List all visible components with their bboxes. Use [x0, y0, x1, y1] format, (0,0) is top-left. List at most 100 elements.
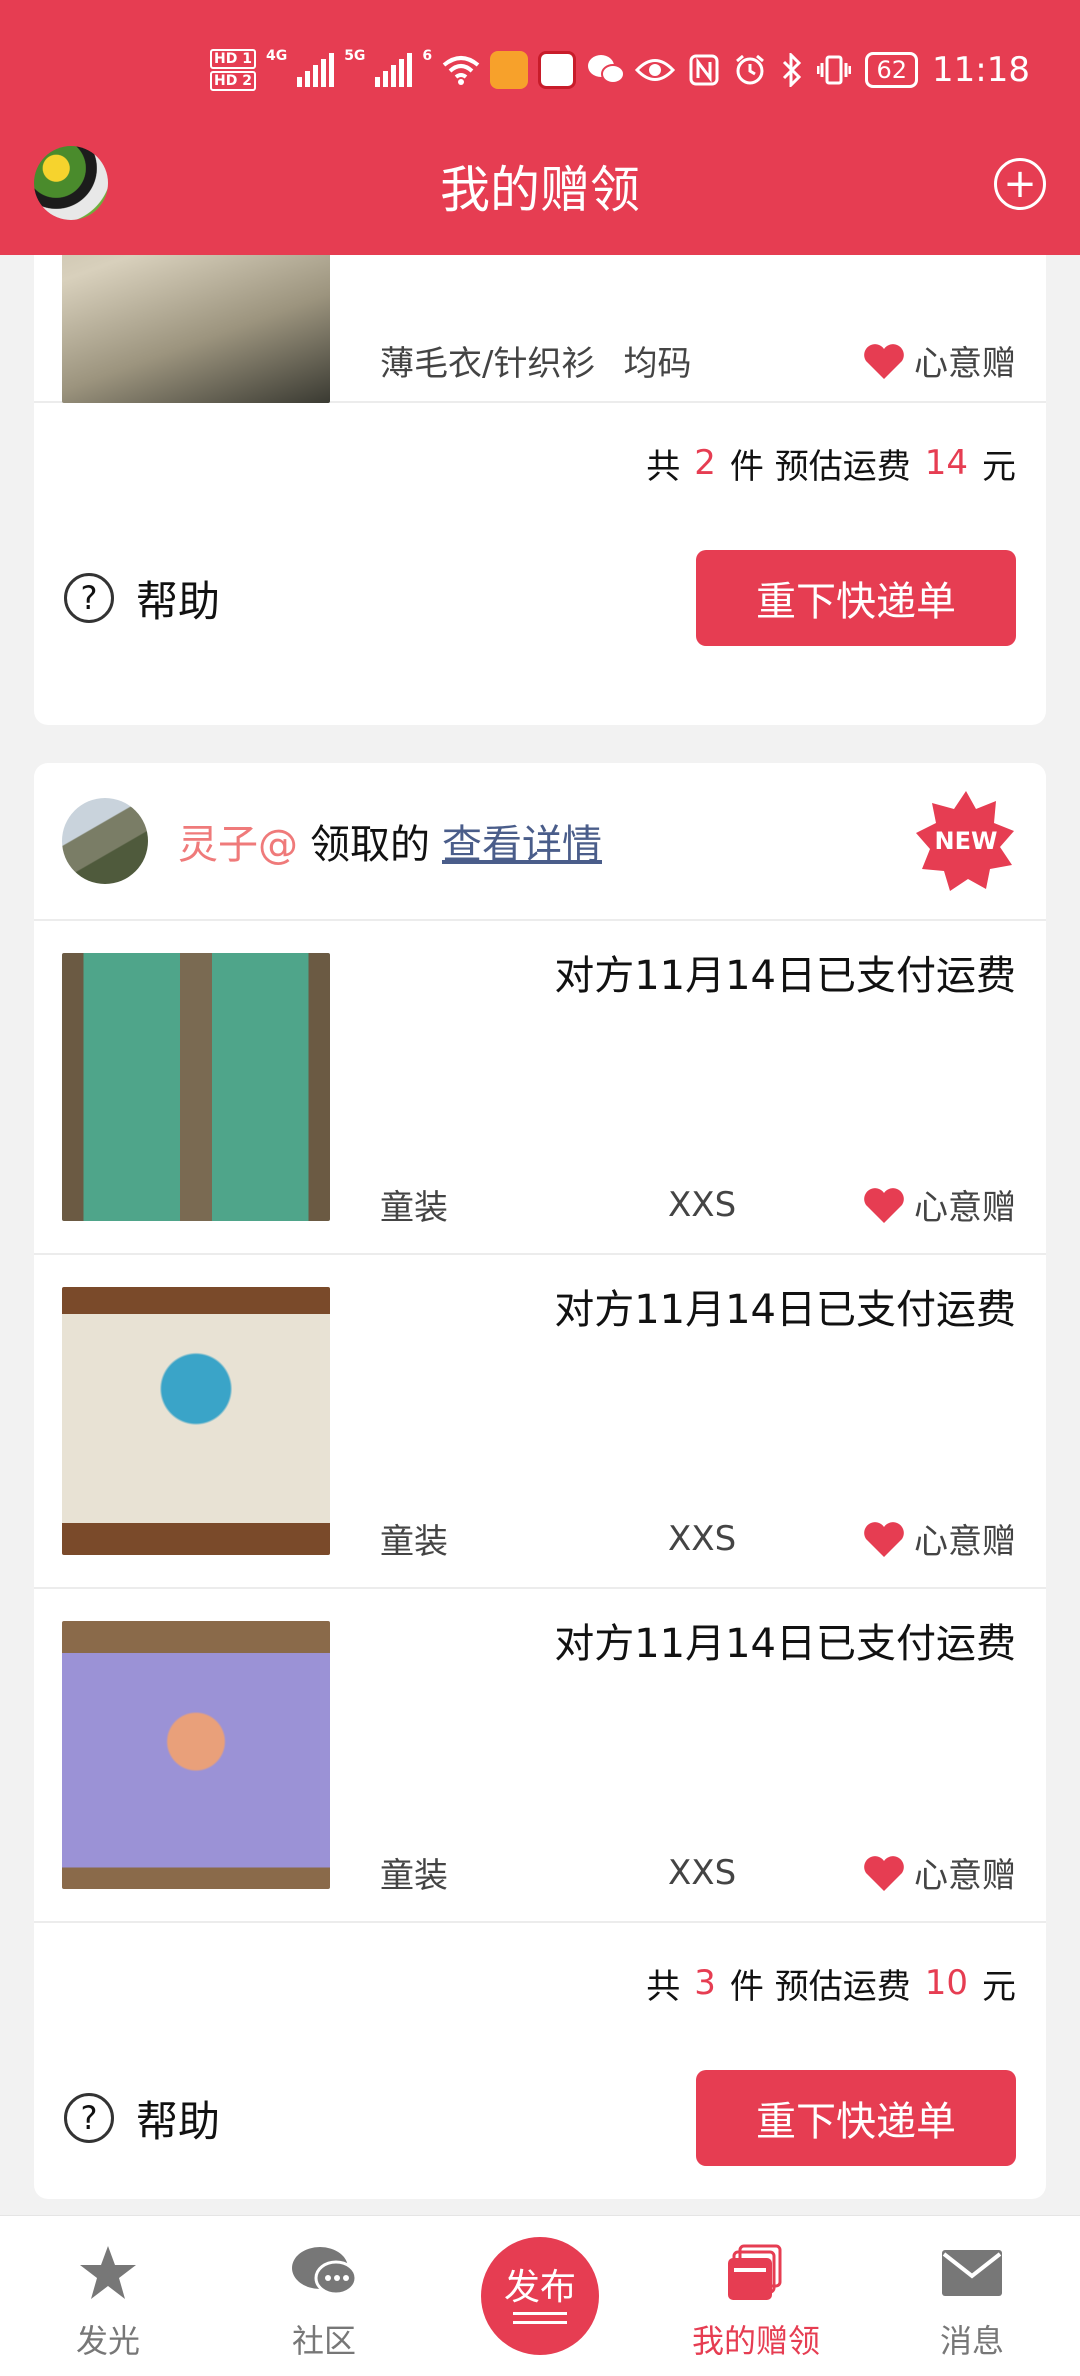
- summary-prefix: 共: [646, 1966, 681, 2007]
- gift-card: 灵子@ 领取的 查看详情 NEW 对方11月14日已支付运费 童装 XXS 心意…: [34, 763, 1046, 2199]
- item-thumbnail[interactable]: [62, 953, 330, 1221]
- eye-icon: [635, 59, 676, 81]
- nav-my-gifts[interactable]: 我的赠领: [648, 2216, 864, 2376]
- item-count: 3: [694, 1963, 716, 2003]
- item-category: 薄毛衣/针织衫: [380, 344, 596, 384]
- signal-icon: [297, 53, 335, 87]
- gift-mode-label: 心意赠: [914, 1188, 1016, 1228]
- add-button[interactable]: +: [994, 158, 1046, 210]
- help-label: 帮助: [136, 576, 221, 626]
- nav-shine[interactable]: 发光: [0, 2216, 216, 2376]
- star-icon: [80, 2246, 136, 2299]
- plus-icon: +: [1003, 161, 1037, 207]
- list-item[interactable]: 对方11月14日已支付运费 童装 XXS 心意赠: [34, 1255, 1046, 1589]
- payment-status: 对方11月14日已支付运费: [554, 1621, 1016, 1667]
- nav-my-gifts-label: 我的赠领: [691, 2322, 820, 2360]
- nav-messages-label: 消息: [939, 2322, 1004, 2360]
- question-icon: ?: [64, 2093, 114, 2143]
- item-category: 童装: [380, 1856, 448, 1896]
- status-bar: HD 1 HD 2 4G 5G 6 62 11:18: [210, 42, 1030, 98]
- nav-community[interactable]: 社区: [216, 2216, 432, 2376]
- wifi-label: 6: [422, 48, 433, 64]
- publish-button[interactable]: 发布: [481, 2237, 599, 2355]
- nav-community-label: 社区: [291, 2322, 356, 2360]
- envelope-icon: [942, 2250, 1002, 2296]
- shipping-fee: 10: [924, 1963, 968, 2003]
- shipping-fee: 14: [924, 443, 968, 483]
- payment-status: 对方11月14日已支付运费: [554, 1287, 1016, 1333]
- order-summary: 共 2 件 预估运费 14 元: [34, 403, 1046, 523]
- giver-row: 灵子@ 领取的 查看详情 NEW: [34, 763, 1046, 921]
- item-thumbnail[interactable]: [62, 1287, 330, 1555]
- gift-card: 薄毛衣/针织衫 均码 心意赠 共 2 件 预估运费 14 元 ? 帮助 重下快递…: [34, 255, 1046, 725]
- gift-mode: 心意赠: [862, 1848, 1016, 1897]
- nav-publish[interactable]: 发布: [432, 2216, 648, 2376]
- help-button[interactable]: ? 帮助: [64, 2088, 220, 2149]
- reorder-shipping-button[interactable]: 重下快递单: [696, 2070, 1016, 2166]
- nav-messages[interactable]: 消息: [864, 2216, 1080, 2376]
- bluetooth-icon: [783, 53, 802, 87]
- network-5g-label: 5G: [344, 48, 366, 64]
- network-4g-label: 4G: [265, 48, 288, 64]
- nav-shine-label: 发光: [75, 2322, 140, 2360]
- gift-mode-label: 心意赠: [914, 1522, 1016, 1562]
- help-button[interactable]: ? 帮助: [64, 568, 220, 629]
- reorder-shipping-button[interactable]: 重下快递单: [696, 550, 1016, 646]
- item-size: 均码: [623, 344, 692, 384]
- nfc-icon: [689, 54, 719, 86]
- gift-mode: 心意赠: [862, 1180, 1016, 1229]
- gift-mode: 心意赠: [862, 1514, 1016, 1563]
- help-label: 帮助: [136, 2096, 221, 2146]
- giver-avatar[interactable]: [62, 798, 148, 884]
- heart-icon: [864, 1187, 904, 1223]
- gift-mode-label: 心意赠: [914, 1856, 1016, 1896]
- heart-icon: [864, 1855, 904, 1891]
- list-item[interactable]: 薄毛衣/针织衫 均码 心意赠: [34, 255, 1046, 403]
- status-time: 11:18: [932, 50, 1030, 90]
- gift-list[interactable]: 薄毛衣/针织衫 均码 心意赠 共 2 件 预估运费 14 元 ? 帮助 重下快递…: [0, 255, 1080, 2215]
- heart-icon: [864, 1521, 904, 1557]
- card-actions: ? 帮助 重下快递单: [34, 523, 1046, 673]
- menu-lines-icon: [513, 2311, 567, 2324]
- summary-middle: 件 预估运费: [729, 1966, 911, 2007]
- received-text: 领取的: [310, 822, 430, 868]
- hd2-label: HD 2: [210, 71, 256, 91]
- item-size: XXS: [668, 1518, 737, 1559]
- item-size: XXS: [668, 1184, 737, 1225]
- giver-name[interactable]: 灵子@: [178, 812, 298, 870]
- hd1-label: HD 1: [210, 49, 256, 69]
- item-count: 2: [694, 443, 716, 483]
- order-summary: 共 3 件 预估运费 10 元: [34, 1923, 1046, 2043]
- wechat-icon: [588, 55, 626, 84]
- gift-mode: 心意赠: [862, 336, 1016, 385]
- item-thumbnail[interactable]: [62, 1621, 330, 1889]
- item-size: XXS: [668, 1852, 737, 1893]
- new-badge: NEW: [914, 789, 1018, 893]
- question-icon: ?: [64, 573, 114, 623]
- wallet-cards-icon: [728, 2244, 782, 2300]
- wifi-icon: [442, 56, 480, 85]
- publish-label: 发布: [503, 2267, 576, 2309]
- app-header: HD 1 HD 2 4G 5G 6 62 11:18 我的赠领 +: [0, 0, 1080, 255]
- hd-indicator: HD 1 HD 2: [210, 48, 256, 92]
- item-category: 童装: [380, 1188, 448, 1228]
- chat-bubble-icon: [292, 2247, 358, 2296]
- alarm-icon: [736, 54, 765, 85]
- list-item[interactable]: 对方11月14日已支付运费 童装 XXS 心意赠: [34, 921, 1046, 1255]
- list-item[interactable]: 对方11月14日已支付运费 童装 XXS 心意赠: [34, 1589, 1046, 1923]
- vibrate-icon: [817, 55, 852, 85]
- item-thumbnail[interactable]: [62, 255, 330, 403]
- summary-suffix: 元: [982, 446, 1016, 487]
- card-actions: ? 帮助 重下快递单: [34, 2043, 1046, 2193]
- view-details-link[interactable]: 查看详情: [442, 812, 602, 870]
- signal-icon-2: [375, 53, 413, 87]
- battery-indicator: 62: [865, 52, 919, 88]
- summary-suffix: 元: [982, 1966, 1016, 2007]
- gift-mode-label: 心意赠: [914, 344, 1016, 384]
- summary-middle: 件 预估运费: [729, 446, 911, 487]
- payment-status: 对方11月14日已支付运费: [554, 953, 1016, 999]
- summary-prefix: 共: [646, 446, 681, 487]
- shopping-app-icon: [538, 51, 577, 89]
- heart-icon: [864, 343, 904, 379]
- bottom-nav: 发光 社区 发布 我的赠领 消息: [0, 2215, 1080, 2376]
